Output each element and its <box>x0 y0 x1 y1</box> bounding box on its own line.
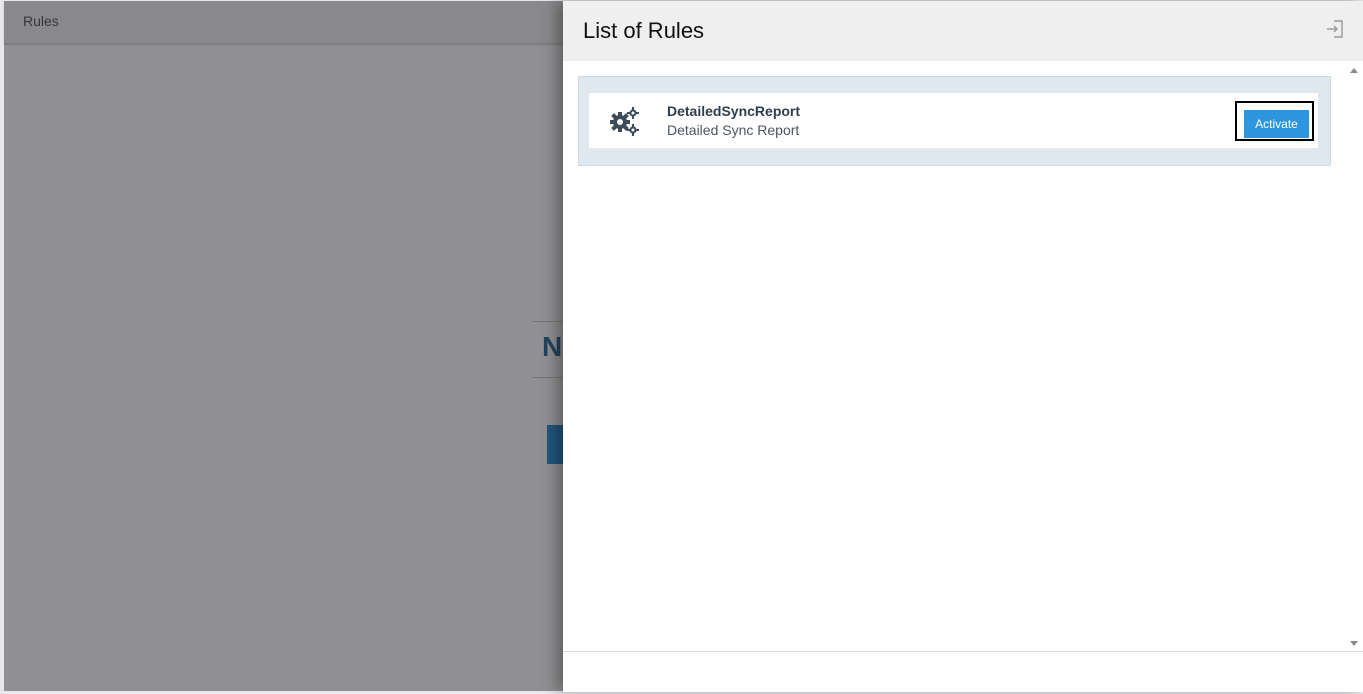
panel-scrollbar[interactable] <box>1347 61 1362 651</box>
panel-header: List of Rules <box>563 1 1363 61</box>
panel-title: List of Rules <box>583 18 705 43</box>
panel-body: DetailedSyncReport Detailed Sync Report … <box>563 61 1346 651</box>
scroll-up-arrow-icon[interactable] <box>1350 68 1358 73</box>
gears-icon <box>607 104 641 138</box>
rule-name: DetailedSyncReport <box>667 103 801 119</box>
rule-item: DetailedSyncReport Detailed Sync Report … <box>589 93 1318 149</box>
scroll-down-arrow-icon[interactable] <box>1350 641 1358 646</box>
panel-footer <box>563 651 1363 692</box>
screen: Rules N List of Rules DetailedSyncReport… <box>0 0 1363 694</box>
rule-description: Detailed Sync Report <box>667 122 800 138</box>
activate-button-focus-frame: Activate <box>1235 101 1314 141</box>
rules-list: DetailedSyncReport Detailed Sync Report … <box>578 76 1331 166</box>
rules-side-panel: List of Rules DetailedSyncReport Detaile… <box>563 1 1363 692</box>
sign-in-icon[interactable] <box>1325 19 1345 39</box>
activate-button[interactable]: Activate <box>1244 110 1309 138</box>
